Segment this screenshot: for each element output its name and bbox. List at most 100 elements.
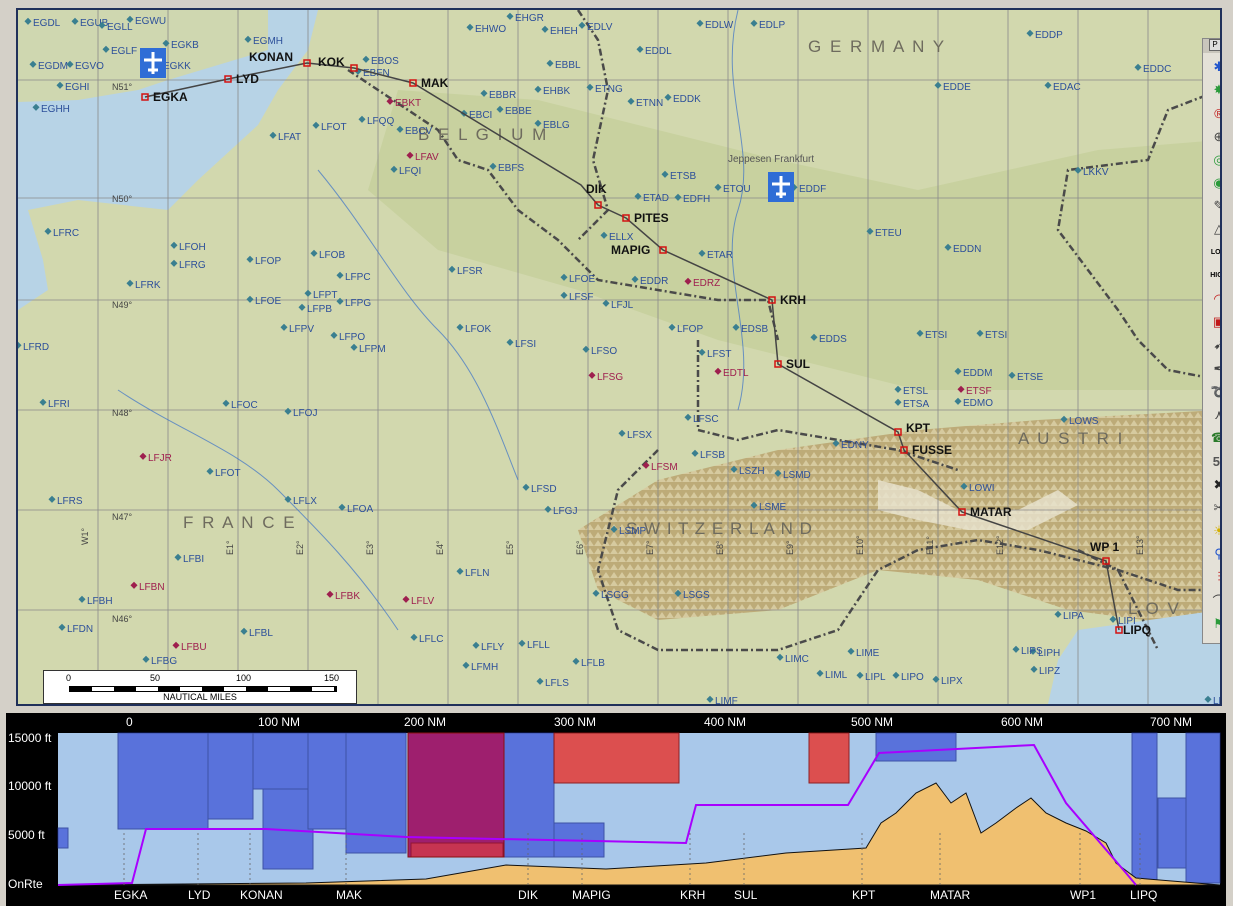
airport-label: EBKT [395, 98, 421, 109]
map-view[interactable]: G E R M A N Y B E L G I U M F R A N C E … [16, 8, 1222, 706]
airport-label: LFRD [23, 342, 49, 353]
waypoint-label: WP 1 [1090, 540, 1119, 554]
airport-label: LFBK [335, 591, 360, 602]
toolbar-pin-button[interactable]: P [1209, 39, 1220, 51]
feather-icon[interactable]: ✒ [1208, 359, 1220, 379]
svg-text:E13°: E13° [1135, 535, 1145, 555]
svg-text:N47°: N47° [112, 512, 133, 522]
arc-icon[interactable]: ◠ [1208, 289, 1220, 309]
vertical-profile-panel[interactable]: 15000 ft 10000 ft 5000 ft OnRte 0 100 NM 200 … [6, 713, 1226, 906]
airport-label: LFLS [545, 678, 569, 689]
airport-label: EGHH [41, 104, 70, 115]
target-icon[interactable]: ⊕ [1208, 127, 1220, 147]
tripod-icon[interactable]: ⋏ [1208, 405, 1220, 425]
gear-green-icon[interactable]: ✸ [1208, 80, 1220, 100]
profile-x-label: 200 NM [404, 715, 446, 729]
airport-label: LFJR [148, 453, 172, 464]
airport-label: LOWS [1069, 416, 1099, 427]
airport-label: ETNN [636, 98, 663, 109]
airport-label: LFSD [531, 484, 557, 495]
airport-label: LOWI [969, 483, 995, 494]
waypoint-egka[interactable]: EGKA [141, 90, 188, 104]
curve-icon[interactable]: ⌒ [1208, 591, 1220, 611]
vertical-profile-chart[interactable]: 15000 ft 10000 ft 5000 ft OnRte 0 100 NM 200 … [6, 713, 1226, 906]
airport-label: ETSI [985, 330, 1007, 341]
low-icon[interactable]: LOW [1208, 243, 1220, 263]
pen-icon[interactable]: ✎ [1208, 196, 1220, 216]
airport-label: LFBH [87, 596, 113, 607]
wrench-icon[interactable]: ✂ [1208, 498, 1220, 518]
profile-waypoint-label: LIPQ [1130, 888, 1157, 902]
airport-label: LIML [825, 670, 848, 681]
satellite-icon[interactable]: ⚲ [1208, 544, 1220, 564]
airport-label: EDDR [640, 276, 668, 287]
airport-label: ETSB [670, 171, 696, 182]
high-icon[interactable]: HIGH [1208, 266, 1220, 286]
airport-label: LFPO [339, 332, 365, 343]
country-label-slovenia: L O V [1128, 599, 1181, 618]
waypoint-label: LIPQ [1123, 623, 1151, 637]
airport-label: LFAV [415, 152, 439, 163]
triangle-icon[interactable]: △ [1208, 219, 1220, 239]
airport-label: EHGR [515, 13, 544, 24]
airport-label: EDDN [953, 244, 981, 255]
airport-label: LFSB [700, 450, 725, 461]
airport-label: LIMF [715, 696, 738, 704]
airport-label: LFOB [319, 250, 345, 261]
lasso-icon[interactable]: ➰ [1208, 382, 1220, 402]
airport-icon-egkk[interactable] [140, 48, 166, 78]
svg-text:E12°: E12° [995, 535, 1005, 555]
airport-icon-eddf[interactable] [768, 172, 794, 202]
airport-label: LFOJ [293, 408, 317, 419]
waypoint-label: FUSSE [912, 443, 952, 457]
country-label-austria: A U S T R I [1018, 429, 1124, 448]
pointer-icon[interactable]: ➹ [1208, 335, 1220, 355]
waypoint-label: KPT [906, 421, 931, 435]
airport-label: LFRC [53, 228, 79, 239]
airport-label: LSGS [683, 590, 710, 601]
airport-lfrd[interactable]: LFRD [18, 341, 49, 353]
r-box-icon[interactable]: ▣ [1208, 312, 1220, 332]
airport-label: LFRS [57, 496, 83, 507]
map-canvas[interactable]: G E R M A N Y B E L G I U M F R A N C E … [18, 10, 1220, 704]
svg-text:N51°: N51° [112, 82, 133, 92]
profile-waypoint-label: DIK [518, 888, 538, 902]
profile-y-label: OnRte [8, 877, 43, 891]
delete-icon[interactable]: ✖ [1208, 475, 1220, 495]
airport-label: LFRK [135, 280, 161, 291]
r-circle-icon[interactable]: ® [1208, 103, 1220, 123]
profile-waypoint-label: EGKA [114, 888, 147, 902]
flag-icon[interactable]: ⚑ [1208, 614, 1220, 634]
airport-label: EDLV [587, 22, 613, 33]
svg-text:N48°: N48° [112, 408, 133, 418]
settings-icon[interactable]: ✱ [1208, 57, 1220, 77]
airport-label: LSZH [739, 466, 765, 477]
airport-label: EDDC [1143, 64, 1171, 75]
svg-text:E1°: E1° [225, 540, 235, 555]
chart-icon[interactable]: ⫶ [1208, 567, 1220, 587]
airport-label: EDSB [741, 324, 769, 335]
svg-text:E7°: E7° [645, 540, 655, 555]
airport-label: ETSE [1017, 372, 1043, 383]
airport-label: LIPX [941, 676, 963, 687]
green-circle-icon[interactable]: ◉ [1208, 173, 1220, 193]
s1-icon[interactable]: 5₁ [1208, 451, 1220, 471]
sun-icon[interactable]: ☀ [1208, 521, 1220, 541]
waypoint-label: MATAR [970, 505, 1012, 519]
green-target-icon[interactable]: ◎ [1208, 150, 1220, 170]
airport-label: LSME [759, 502, 787, 513]
waypoint-label: KRH [780, 293, 806, 307]
scale-tick-0: 0 [66, 673, 72, 683]
profile-x-label: 100 NM [258, 715, 300, 729]
airport-label: LFOT [215, 468, 241, 479]
profile-waypoint-label: WP1 [1070, 888, 1096, 902]
profile-y-label: 15000 ft [8, 731, 52, 745]
airport-label: LFLV [411, 596, 434, 607]
airport-eghh[interactable]: EGHH [32, 103, 70, 115]
phone-icon[interactable]: ☎ [1208, 428, 1220, 448]
profile-y-axis: 15000 ft 10000 ft 5000 ft OnRte [8, 731, 52, 891]
airport-label: EBBR [489, 90, 516, 101]
airport-label: ETOU [723, 184, 751, 195]
profile-waypoint-label: KONAN [240, 888, 283, 902]
airport-label: EGLL [107, 22, 133, 33]
